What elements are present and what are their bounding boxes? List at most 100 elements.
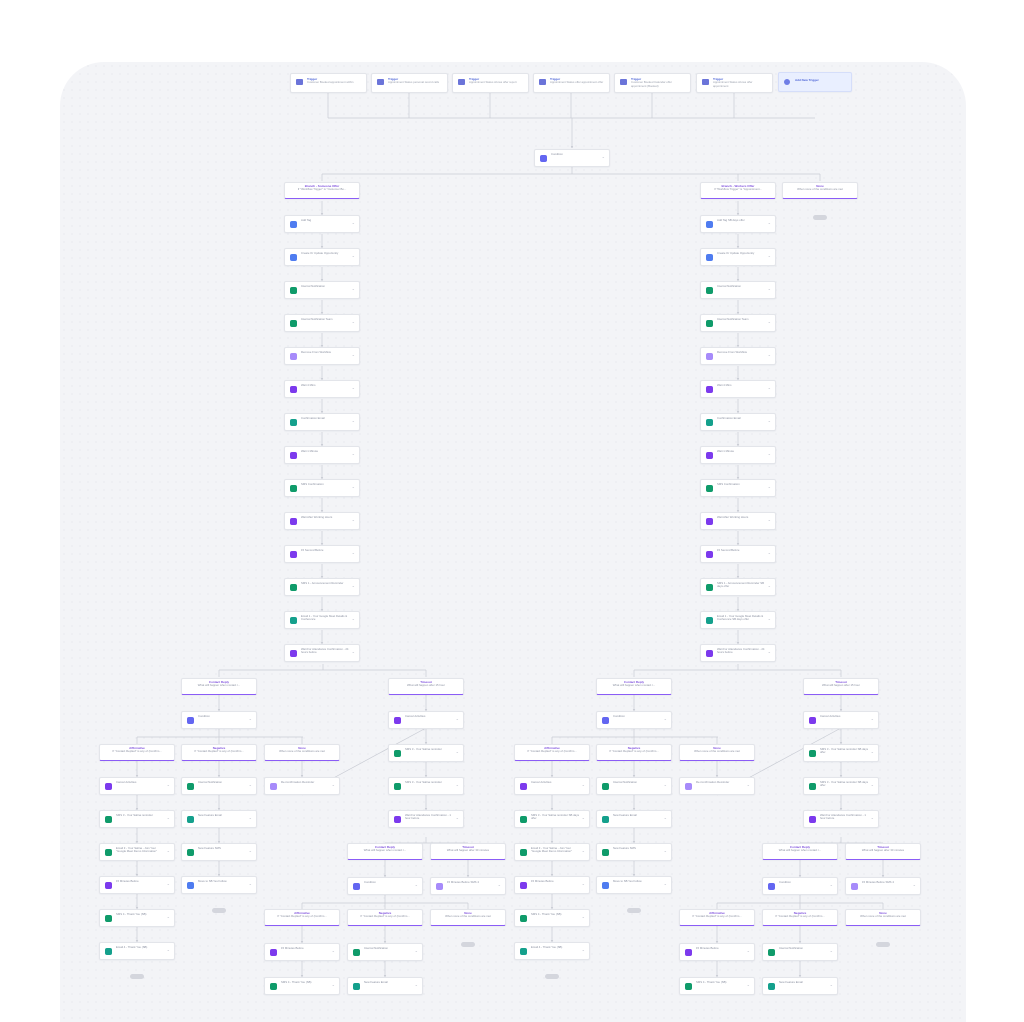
affirmative-branch[interactable]: Affirmative If "Contact Replied" is any o… <box>679 909 755 926</box>
workflow-action[interactable]: Internal Notification ⌄ <box>700 281 776 299</box>
condition-node[interactable]: Condition ⌄ <box>181 711 257 729</box>
workflow-action[interactable]: 15 Minutes Before ⌄ <box>99 876 175 894</box>
workflow-action[interactable]: SMS 3 - Your Salina reminder ⌄ <box>388 777 464 795</box>
workflow-action[interactable]: Wait 4 Mins ⌄ <box>700 380 776 398</box>
contact-reply-branch[interactable]: Contact Reply What will happen when conta… <box>181 678 257 695</box>
affirmative-branch[interactable]: Affirmative If "Contact Replied" is any o… <box>264 909 340 926</box>
trigger-card[interactable]: Trigger Customer Booked Calendar offer ap… <box>614 73 691 93</box>
workflow-action[interactable]: Wait After Working Hours ⌄ <box>284 512 360 530</box>
workflow-action[interactable]: Internal Notification Team ⌄ <box>700 314 776 332</box>
workflow-action[interactable]: New Feature Email ⌄ <box>596 810 672 828</box>
workflow-action[interactable]: SMS 4 - Thank You (SB) ⌄ <box>264 977 340 995</box>
branch-someone-offer[interactable]: Branch - Someone Offer If "Workflow Trigg… <box>284 182 360 199</box>
chevron-down-icon[interactable]: ⌄ <box>415 982 418 987</box>
workflow-action[interactable]: Create Or Update Opportunity ⌄ <box>700 248 776 266</box>
workflow-action[interactable]: New Feature SMS ⌄ <box>181 843 257 861</box>
workflow-action[interactable]: 15 Minutes Before ⌄ <box>679 943 755 961</box>
negative-branch[interactable]: Negative If "Contact Replied" is any of (… <box>347 909 423 926</box>
affirmative-branch[interactable]: Affirmative If "Contact Replied" is any o… <box>514 744 590 761</box>
negative-branch[interactable]: Negative If "Contact Replied" is any of (… <box>596 744 672 761</box>
trigger-card[interactable]: Trigger Appointment Status shows offer ap… <box>696 73 773 93</box>
timeout-branch[interactable]: Timeout What will happen after 15 hour <box>388 678 464 695</box>
workflow-action[interactable]: 15 Minutes Before SMS 4 ⌄ <box>430 877 506 895</box>
workflow-action[interactable]: Internal Notification ⌄ <box>762 943 838 961</box>
timeout-branch[interactable]: Timeout What will happen after 30 minutes <box>845 843 921 860</box>
condition-node[interactable]: Condition ⌄ <box>534 149 610 167</box>
chevron-down-icon[interactable]: ⌄ <box>582 947 585 952</box>
condition-node[interactable]: Condition ⌄ <box>596 711 672 729</box>
chevron-down-icon[interactable]: ⌄ <box>768 583 771 588</box>
chevron-down-icon[interactable]: ⌄ <box>871 749 874 754</box>
workflow-action[interactable]: Internal Notification ⌄ <box>181 777 257 795</box>
workflow-action[interactable]: 15 Minutes Before ⌄ <box>514 876 590 894</box>
chevron-down-icon[interactable]: ⌄ <box>582 848 585 853</box>
workflow-action[interactable]: Cancel Activities ⌄ <box>514 777 590 795</box>
workflow-action[interactable]: Wait For Attendance Confirmation - 1 hou… <box>803 810 879 828</box>
timeout-branch[interactable]: Timeout What will happen after 15 hour <box>803 678 879 695</box>
workflow-action[interactable]: SMS 1 - Announcement Reminder SB days of… <box>700 578 776 596</box>
workflow-action[interactable]: Email 4 - Thank You (SB) ⌄ <box>99 942 175 960</box>
workflow-action[interactable]: Wait For Attendance Confirmation - 24 ho… <box>700 644 776 662</box>
chevron-down-icon[interactable]: ⌄ <box>768 484 771 489</box>
chevron-down-icon[interactable]: ⌄ <box>768 286 771 291</box>
chevron-down-icon[interactable]: ⌄ <box>352 484 355 489</box>
chevron-down-icon[interactable]: ⌄ <box>167 947 170 952</box>
none-branch[interactable]: None When none of the conditions are met <box>845 909 921 926</box>
trigger-card[interactable]: Trigger Appointment Status shows offer re… <box>452 73 529 93</box>
workflow-action[interactable]: SMS 4 - Thank You (SB) ⌄ <box>514 909 590 927</box>
chevron-down-icon[interactable]: ⌄ <box>352 649 355 654</box>
chevron-down-icon[interactable]: ⌄ <box>352 451 355 456</box>
affirmative-branch[interactable]: Affirmative If "Contact Replied" is any o… <box>99 744 175 761</box>
condition-node[interactable]: Condition ⌄ <box>762 877 838 895</box>
workflow-action[interactable]: New Feature Email ⌄ <box>347 977 423 995</box>
workflow-action[interactable]: Email 3 - Your Salina - Join Your "Googl… <box>99 843 175 861</box>
contact-reply-branch[interactable]: Contact Reply What will happen when conta… <box>596 678 672 695</box>
chevron-down-icon[interactable]: ⌄ <box>830 982 833 987</box>
chevron-down-icon[interactable]: ⌄ <box>352 418 355 423</box>
workflow-action[interactable]: Re-Confirmation Reminder ⌄ <box>264 777 340 795</box>
trigger-card[interactable]: Trigger Appointment Status personal recor… <box>371 73 448 93</box>
chevron-down-icon[interactable]: ⌄ <box>768 319 771 324</box>
chevron-down-icon[interactable]: ⌄ <box>456 782 459 787</box>
chevron-down-icon[interactable]: ⌄ <box>913 882 916 887</box>
chevron-down-icon[interactable]: ⌄ <box>498 882 501 887</box>
chevron-down-icon[interactable]: ⌄ <box>249 782 252 787</box>
chevron-down-icon[interactable]: ⌄ <box>352 352 355 357</box>
chevron-down-icon[interactable]: ⌄ <box>167 815 170 820</box>
contact-reply-branch[interactable]: Contact Reply What will happen when conta… <box>762 843 838 860</box>
chevron-down-icon[interactable]: ⌄ <box>664 848 667 853</box>
chevron-down-icon[interactable]: ⌄ <box>415 948 418 953</box>
chevron-down-icon[interactable]: ⌄ <box>664 782 667 787</box>
workflow-action[interactable]: SMS Confirmation ⌄ <box>284 479 360 497</box>
chevron-down-icon[interactable]: ⌄ <box>167 848 170 853</box>
workflow-action[interactable]: Move to SB Yes Follow ⌄ <box>181 876 257 894</box>
chevron-down-icon[interactable]: ⌄ <box>871 782 874 787</box>
chevron-down-icon[interactable]: ⌄ <box>415 882 418 887</box>
chevron-down-icon[interactable]: ⌄ <box>249 848 252 853</box>
chevron-down-icon[interactable]: ⌄ <box>768 616 771 621</box>
workflow-action[interactable]: Add Tag SB days offer ⌄ <box>700 215 776 233</box>
chevron-down-icon[interactable]: ⌄ <box>871 815 874 820</box>
chevron-down-icon[interactable]: ⌄ <box>352 286 355 291</box>
workflow-action[interactable]: Wait 1 Minute ⌄ <box>700 446 776 464</box>
trigger-card[interactable]: Trigger Appointment Status offer appointm… <box>533 73 610 93</box>
workflow-action[interactable]: Create Or Update Opportunity ⌄ <box>284 248 360 266</box>
chevron-down-icon[interactable]: ⌄ <box>768 451 771 456</box>
workflow-action[interactable]: Wait For Attendance Confirmation - 1 hou… <box>388 810 464 828</box>
chevron-down-icon[interactable]: ⌄ <box>456 749 459 754</box>
add-trigger-button[interactable]: Add New Trigger <box>778 72 852 92</box>
workflow-action[interactable]: Confirmation Email ⌄ <box>284 413 360 431</box>
workflow-action[interactable]: Internal Notification ⌄ <box>596 777 672 795</box>
chevron-down-icon[interactable]: ⌄ <box>249 716 252 721</box>
chevron-down-icon[interactable]: ⌄ <box>582 914 585 919</box>
workflow-action[interactable]: Internal Notification ⌄ <box>284 281 360 299</box>
negative-branch[interactable]: Negative If "Contact Replied" is any of (… <box>762 909 838 926</box>
chevron-down-icon[interactable]: ⌄ <box>249 881 252 886</box>
workflow-action[interactable]: 15 Second Before ⌄ <box>700 545 776 563</box>
timeout-branch[interactable]: Timeout What will happen after 30 minutes <box>430 843 506 860</box>
workflow-action[interactable]: Remove From Workflow ⌄ <box>284 347 360 365</box>
chevron-down-icon[interactable]: ⌄ <box>664 881 667 886</box>
chevron-down-icon[interactable]: ⌄ <box>830 948 833 953</box>
workflow-action[interactable]: 15 Minutes Before ⌄ <box>264 943 340 961</box>
workflow-action[interactable]: Wait 4 Mins ⌄ <box>284 380 360 398</box>
